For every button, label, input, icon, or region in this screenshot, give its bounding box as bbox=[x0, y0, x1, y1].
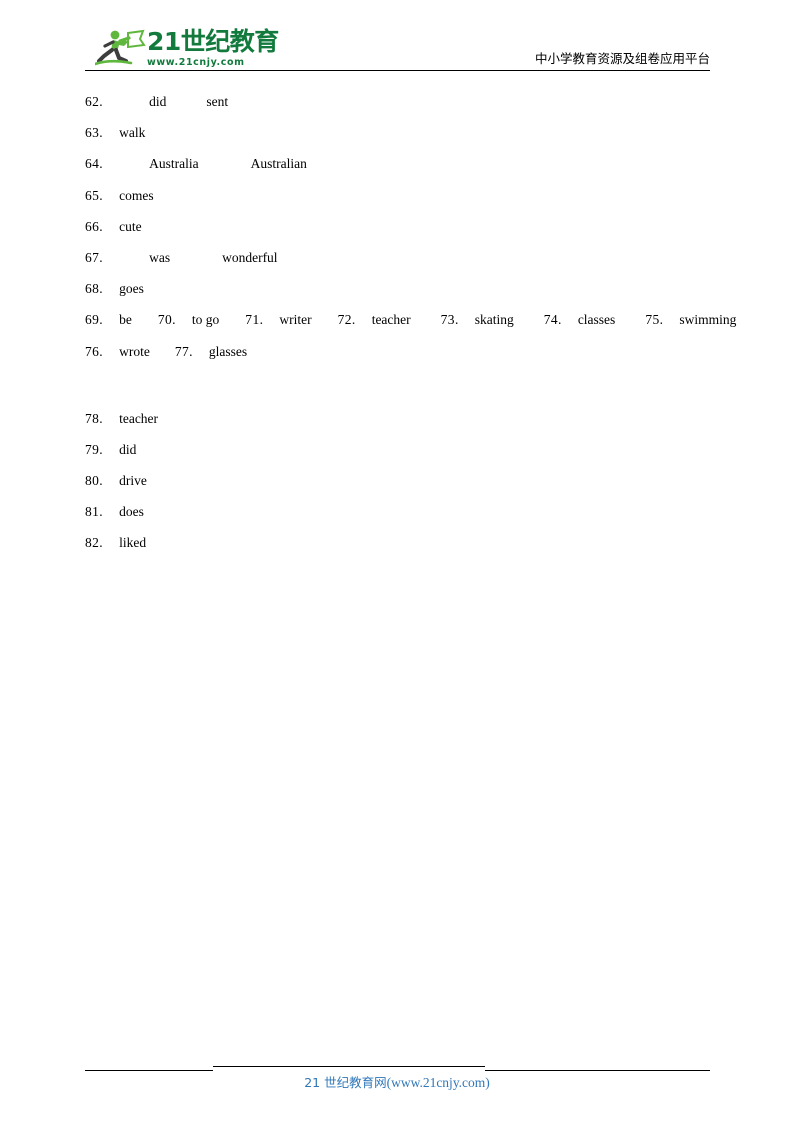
answer-number: 76. bbox=[85, 343, 104, 359]
answer-number: 79. bbox=[85, 441, 104, 457]
answer-text: Australia bbox=[149, 156, 199, 172]
answer-number: 70. bbox=[157, 312, 176, 328]
answer-number: 69. bbox=[85, 312, 104, 328]
document-page: 21世纪教育 www.21cnjy.com 中小学教育资源及组卷应用平台 62.… bbox=[0, 0, 794, 1123]
answer-number: 73. bbox=[440, 312, 459, 328]
answer-text: cute bbox=[119, 218, 142, 234]
answer-number: 63. bbox=[85, 125, 104, 141]
answer-text: did bbox=[149, 94, 167, 109]
answer-item-62: 62. did sent bbox=[85, 94, 710, 110]
answer-item-66: 66. cute bbox=[85, 219, 710, 235]
answer-key-content: 62. did sent 63. walk 64. Australia Australia… bbox=[85, 94, 736, 567]
answer-text: drive bbox=[119, 473, 147, 489]
answer-number: 82. bbox=[85, 535, 104, 551]
answer-number: 71. bbox=[245, 312, 264, 328]
answer-number: 64. bbox=[85, 156, 104, 172]
answer-item-67: 67. was wonderful bbox=[85, 250, 710, 266]
answer-text-2: sent bbox=[206, 94, 229, 109]
answer-text: swimming bbox=[679, 312, 737, 328]
answer-text: teacher bbox=[119, 410, 159, 426]
answer-text: to go bbox=[191, 312, 220, 328]
header-divider bbox=[85, 70, 710, 71]
answer-text: writer bbox=[279, 312, 312, 328]
answer-text: was bbox=[149, 249, 171, 265]
answer-item-80: 80. drive bbox=[85, 473, 710, 489]
answer-number: 72. bbox=[337, 312, 356, 328]
answer-number: 80. bbox=[85, 473, 104, 489]
answer-number: 62. bbox=[85, 94, 104, 109]
footer-link-cn-text: 21 世纪教育网 bbox=[304, 1075, 387, 1090]
answer-text: comes bbox=[119, 187, 154, 203]
answer-number: 66. bbox=[85, 218, 104, 234]
answer-number: 65. bbox=[85, 187, 104, 203]
answer-text: does bbox=[119, 504, 144, 520]
answer-item-79: 79. did bbox=[85, 442, 710, 458]
site-logo: 21世纪教育 www.21cnjy.com bbox=[93, 26, 279, 72]
answer-text: did bbox=[119, 441, 137, 457]
answer-number: 81. bbox=[85, 504, 104, 520]
footer-divider-right bbox=[485, 1070, 710, 1071]
answer-inline-row-69-75: 69. be 70. to go 71. writer 72. teacher 73. skati… bbox=[85, 312, 736, 328]
answer-number: 78. bbox=[85, 410, 104, 426]
header-slogan: 中小学教育资源及组卷应用平台 bbox=[534, 51, 710, 66]
answer-item-82: 82. liked bbox=[85, 535, 710, 551]
answer-text-2: Australian bbox=[250, 156, 307, 172]
footer-link-url-text: (www.21cnjy.com) bbox=[386, 1075, 490, 1090]
answer-text: classes bbox=[577, 312, 616, 328]
answer-group-two: 78. teacher 79. did 80. drive 81. does 82. li… bbox=[85, 411, 710, 552]
answer-item-65: 65. comes bbox=[85, 188, 710, 204]
answer-text: teacher bbox=[371, 312, 411, 328]
answer-item-63: 63. walk bbox=[85, 125, 710, 141]
answer-text: skating bbox=[474, 312, 514, 328]
answer-item-78: 78. teacher bbox=[85, 411, 710, 427]
answer-number: 68. bbox=[85, 281, 104, 297]
running-person-with-flag-icon bbox=[93, 28, 147, 68]
answer-number: 74. bbox=[543, 312, 562, 328]
answer-item-81: 81. does bbox=[85, 504, 710, 520]
answer-text: goes bbox=[119, 281, 144, 297]
answer-item-64: 64. Australia Australian bbox=[85, 156, 710, 172]
answer-number: 77. bbox=[174, 343, 193, 359]
answer-group-one: 62. did sent 63. walk 64. Australia Australia… bbox=[85, 94, 710, 297]
answer-text: wrote bbox=[119, 343, 150, 359]
answer-item-68: 68. goes bbox=[85, 281, 710, 297]
footer-divider-middle bbox=[213, 1066, 485, 1067]
answer-text: liked bbox=[119, 535, 147, 551]
logo-main-text: 21世纪教育 bbox=[147, 27, 279, 56]
footer-divider-left bbox=[85, 1070, 213, 1071]
logo-url-text: www.21cnjy.com bbox=[147, 57, 245, 68]
answer-number: 67. bbox=[85, 249, 104, 265]
answer-text: walk bbox=[119, 125, 146, 141]
answer-text-2: wonderful bbox=[222, 249, 278, 265]
answer-number: 75. bbox=[645, 312, 664, 328]
logo-text: 21世纪教育 www.21cnjy.com bbox=[147, 27, 279, 72]
answer-text: glasses bbox=[208, 343, 248, 359]
answer-inline-row-76-77: 76. wrote 77. glasses bbox=[85, 344, 710, 360]
footer-site-link[interactable]: 21 世纪教育网(www.21cnjy.com) bbox=[0, 1074, 794, 1092]
page-header: 21世纪教育 www.21cnjy.com 中小学教育资源及组卷应用平台 bbox=[85, 22, 710, 72]
answer-text: be bbox=[119, 312, 132, 328]
